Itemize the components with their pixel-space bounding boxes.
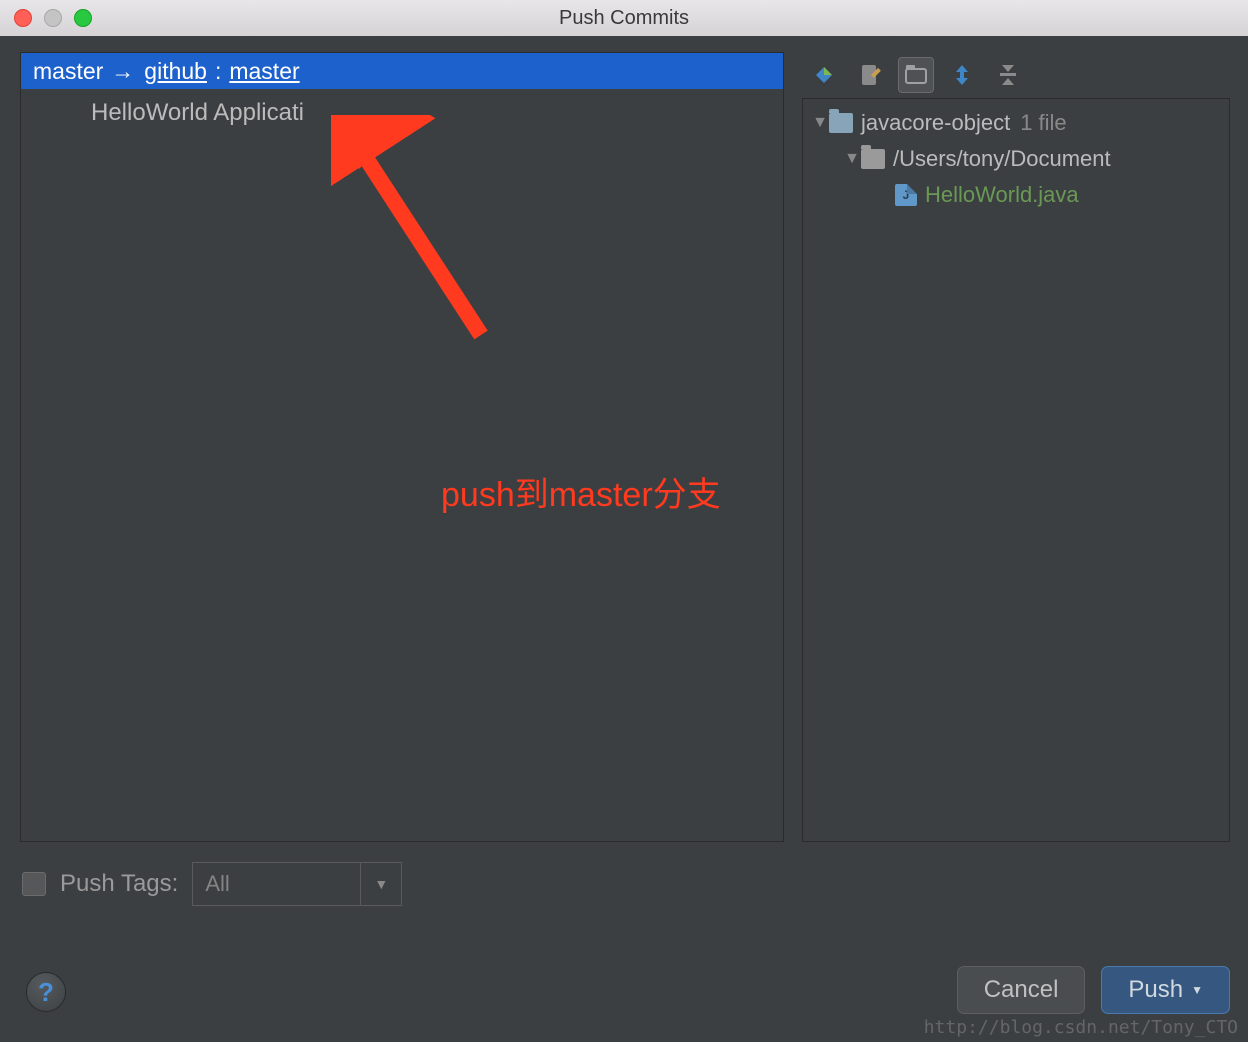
watermark: http://blog.csdn.net/Tony_CTO <box>924 1017 1238 1038</box>
chevron-down-icon[interactable]: ▼ <box>811 114 829 132</box>
group-by-directory-icon[interactable] <box>898 57 934 93</box>
commit-item[interactable]: HelloWorld Applicati <box>21 89 783 127</box>
tree-path-row[interactable]: ▼ /Users/tony/Document <box>803 141 1229 177</box>
annotation-arrow-icon <box>331 115 501 345</box>
cancel-button-label: Cancel <box>984 976 1059 1004</box>
push-tags-value: All <box>193 863 361 905</box>
tree-root-row[interactable]: ▼ javacore-object 1 file <box>803 105 1229 141</box>
tree-root-label: javacore-object <box>861 110 1010 136</box>
annotation-text: push到master分支 <box>441 467 721 516</box>
commits-panel: master → github : master HelloWorld Appl… <box>20 52 784 842</box>
diff-icon[interactable] <box>806 57 842 93</box>
main-area: master → github : master HelloWorld Appl… <box>20 52 1230 842</box>
folder-icon <box>829 113 853 133</box>
help-button[interactable]: ? <box>26 972 66 1012</box>
tree-file-row[interactable]: J HelloWorld.java <box>803 177 1229 213</box>
changes-toolbar <box>802 52 1230 98</box>
file-tree: ▼ javacore-object 1 file ▼ /Users/tony/D… <box>802 98 1230 842</box>
separator: : <box>215 58 221 85</box>
java-file-icon: J <box>895 184 917 206</box>
close-window-button[interactable] <box>14 9 32 27</box>
push-button[interactable]: Push ▼ <box>1101 966 1230 1014</box>
local-branch-label: master <box>33 58 103 85</box>
chevron-down-icon: ▼ <box>1191 983 1203 997</box>
push-tags-bar: Push Tags: All ▼ <box>22 862 402 906</box>
tree-path-label: /Users/tony/Document <box>893 146 1111 172</box>
chevron-down-icon[interactable]: ▼ <box>361 863 401 905</box>
branch-selector-row[interactable]: master → github : master <box>21 53 783 89</box>
traffic-lights <box>14 9 92 27</box>
collapse-all-icon[interactable] <box>990 57 1026 93</box>
push-tags-label: Push Tags: <box>60 870 178 898</box>
dialog-buttons: Cancel Push ▼ <box>957 966 1230 1014</box>
chevron-down-icon[interactable]: ▼ <box>843 150 861 168</box>
folder-icon <box>861 149 885 169</box>
tree-root-meta: 1 file <box>1020 110 1066 136</box>
expand-all-icon[interactable] <box>944 57 980 93</box>
cancel-button[interactable]: Cancel <box>957 966 1086 1014</box>
changes-panel: ▼ javacore-object 1 file ▼ /Users/tony/D… <box>802 52 1230 842</box>
maximize-window-button[interactable] <box>74 9 92 27</box>
window-title: Push Commits <box>559 7 689 30</box>
titlebar: Push Commits <box>0 0 1248 36</box>
remote-branch-link[interactable]: master <box>229 58 299 85</box>
arrow-icon: → <box>111 58 134 85</box>
minimize-window-button[interactable] <box>44 9 62 27</box>
push-button-label: Push <box>1128 976 1183 1004</box>
edit-source-icon[interactable] <box>852 57 888 93</box>
push-tags-dropdown[interactable]: All ▼ <box>192 862 402 906</box>
remote-link[interactable]: github <box>144 58 207 85</box>
push-tags-checkbox[interactable] <box>22 872 46 896</box>
tree-file-label: HelloWorld.java <box>925 182 1079 208</box>
